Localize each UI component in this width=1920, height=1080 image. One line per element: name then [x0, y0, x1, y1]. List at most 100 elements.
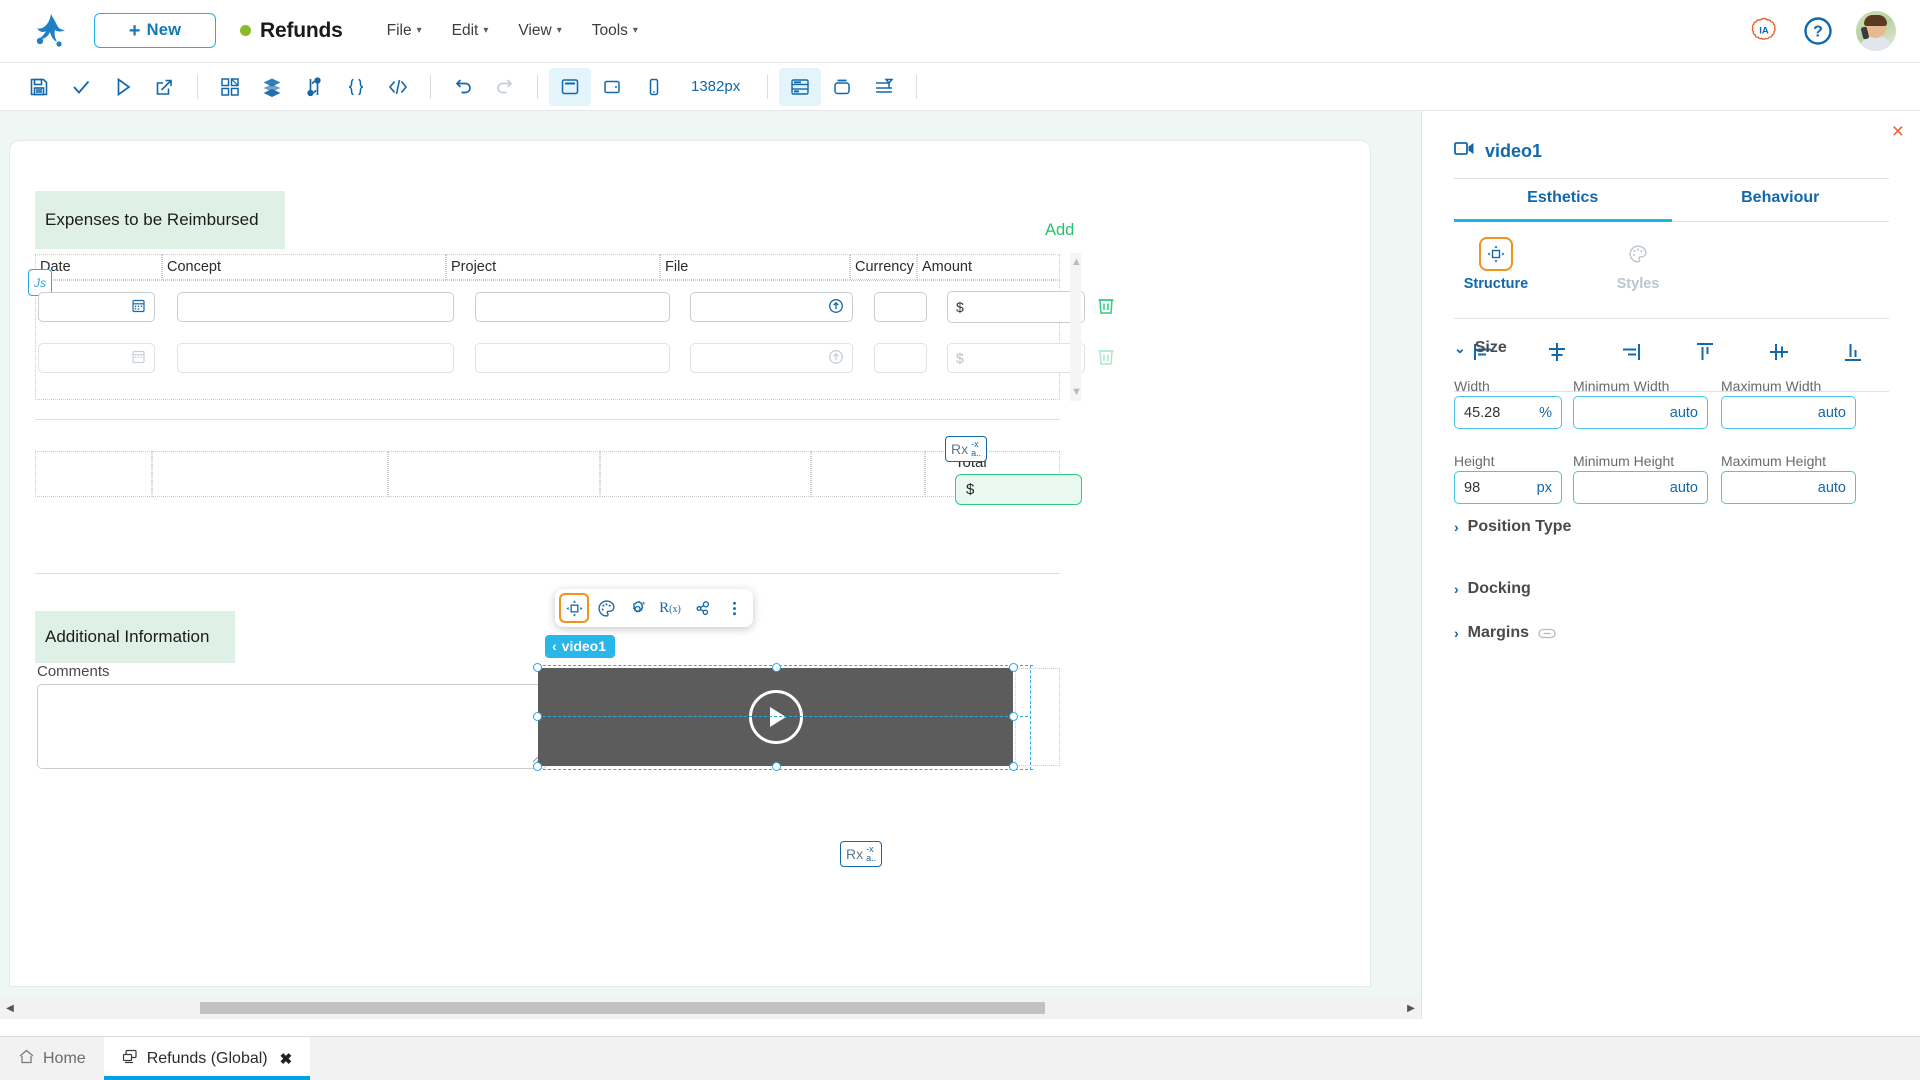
link-icon[interactable]: [1538, 628, 1556, 639]
ai-assistant-icon[interactable]: IA: [1748, 15, 1780, 47]
design-canvas[interactable]: Expenses to be Reimbursed Add Date Conce…: [0, 111, 1421, 1019]
min-height-input[interactable]: auto: [1573, 471, 1708, 504]
help-icon[interactable]: ?: [1802, 15, 1834, 47]
close-icon[interactable]: ×: [1892, 121, 1904, 142]
rx-badge[interactable]: Rx -x a..: [945, 436, 987, 462]
align-center-vertical-icon[interactable]: [1766, 339, 1792, 365]
scroll-left-arrow-icon[interactable]: ◀: [0, 1003, 20, 1014]
row1-file-input[interactable]: [690, 292, 853, 322]
check-icon[interactable]: [60, 68, 102, 106]
container-view-icon[interactable]: [821, 68, 863, 106]
total-value-box[interactable]: $: [955, 474, 1082, 505]
subtab-styles[interactable]: Styles: [1596, 237, 1680, 292]
rx-function-icon[interactable]: R(x): [655, 593, 685, 623]
row2-currency-input[interactable]: [874, 343, 927, 373]
row1-delete-icon[interactable]: [1097, 295, 1115, 320]
grid-view-icon[interactable]: [779, 68, 821, 106]
connections-icon[interactable]: [293, 68, 335, 106]
align-top-icon[interactable]: [1692, 339, 1718, 365]
section-docking-header[interactable]: › Docking: [1454, 580, 1531, 598]
app-logo[interactable]: [30, 10, 72, 52]
height-input[interactable]: 98 px: [1454, 471, 1562, 504]
comments-textarea[interactable]: [37, 684, 547, 769]
menu-tools[interactable]: Tools ▾: [592, 22, 638, 40]
selection-handle[interactable]: [772, 663, 781, 672]
redo-icon[interactable]: [484, 68, 526, 106]
upload-icon[interactable]: [828, 349, 844, 368]
tab-esthetics[interactable]: Esthetics: [1454, 189, 1672, 222]
min-width-input[interactable]: auto: [1573, 396, 1708, 429]
selection-handle[interactable]: [533, 663, 542, 672]
more-options-icon[interactable]: [719, 593, 749, 623]
section-margins-header[interactable]: › Margins: [1454, 624, 1556, 642]
row1-date-input[interactable]: [38, 292, 155, 322]
selection-handle[interactable]: [772, 762, 781, 771]
row1-currency-input[interactable]: [874, 292, 927, 322]
row2-amount-input[interactable]: $: [947, 343, 1085, 373]
desktop-view-icon[interactable]: [549, 68, 591, 106]
selection-handle[interactable]: [533, 762, 542, 771]
subtab-structure[interactable]: Structure: [1454, 237, 1538, 292]
components-icon[interactable]: [209, 68, 251, 106]
upload-icon[interactable]: [828, 298, 844, 317]
max-width-input[interactable]: auto: [1721, 396, 1856, 429]
chevron-right-icon: ›: [1454, 519, 1459, 535]
element-float-toolbar[interactable]: R(x): [555, 589, 753, 627]
row2-project-input[interactable]: [475, 343, 670, 373]
row2-file-input[interactable]: [690, 343, 853, 373]
selection-handle[interactable]: [533, 712, 542, 721]
max-height-input[interactable]: auto: [1721, 471, 1856, 504]
expenses-add-link[interactable]: Add: [1045, 221, 1074, 240]
video-element[interactable]: [538, 668, 1013, 766]
scroll-right-arrow-icon[interactable]: ▶: [1401, 1003, 1421, 1014]
scrollbar-thumb[interactable]: [200, 1002, 1045, 1014]
selection-handle[interactable]: [1009, 663, 1018, 672]
palette-icon[interactable]: [591, 593, 621, 623]
save-icon[interactable]: [18, 68, 60, 106]
selection-handle[interactable]: [1009, 712, 1018, 721]
bottom-tab-refunds[interactable]: Refunds (Global) ✖: [104, 1037, 311, 1080]
tablet-view-icon[interactable]: [591, 68, 633, 106]
layers-icon[interactable]: [251, 68, 293, 106]
row1-amount-input[interactable]: $: [947, 291, 1085, 323]
tab-behaviour[interactable]: Behaviour: [1672, 189, 1890, 222]
section-size-header[interactable]: ⌄ Size: [1454, 339, 1507, 357]
play-icon[interactable]: [102, 68, 144, 106]
braces-icon[interactable]: [335, 68, 377, 106]
connections-icon[interactable]: [687, 593, 717, 623]
undo-icon[interactable]: [442, 68, 484, 106]
table-vertical-scrollbar[interactable]: ▲ ▼: [1070, 253, 1081, 401]
selected-element-tag[interactable]: ‹ video1: [545, 635, 615, 658]
canvas-horizontal-scrollbar[interactable]: ◀ ▶: [0, 997, 1421, 1019]
user-avatar[interactable]: [1856, 11, 1896, 51]
scrollbar-track[interactable]: [20, 1002, 1401, 1014]
menu-edit[interactable]: Edit ▾: [452, 22, 489, 40]
align-tool-icon[interactable]: [863, 68, 905, 106]
height-unit[interactable]: px: [1537, 480, 1552, 496]
bottom-tab-home[interactable]: Home: [0, 1037, 104, 1080]
new-button[interactable]: + New: [94, 13, 216, 48]
play-icon[interactable]: [749, 690, 803, 744]
rx-badge-bottom[interactable]: Rx -x a..: [840, 841, 882, 867]
home-icon: [18, 1048, 35, 1070]
row1-project-input[interactable]: [475, 292, 670, 322]
section-position-type-header[interactable]: › Position Type: [1454, 518, 1571, 536]
close-icon[interactable]: ✖: [280, 1050, 293, 1068]
code-icon[interactable]: [377, 68, 419, 106]
settings-icon[interactable]: [623, 593, 653, 623]
row1-concept-input[interactable]: [177, 292, 454, 322]
align-center-horizontal-icon[interactable]: [1544, 339, 1570, 365]
row2-delete-icon[interactable]: [1097, 346, 1115, 371]
row2-date-input[interactable]: [38, 343, 155, 373]
deploy-icon[interactable]: [144, 68, 186, 106]
row2-concept-input[interactable]: [177, 343, 454, 373]
menu-file[interactable]: File ▾: [387, 22, 422, 40]
align-right-icon[interactable]: [1618, 339, 1644, 365]
width-unit[interactable]: %: [1539, 405, 1552, 421]
selection-handle[interactable]: [1009, 762, 1018, 771]
structure-icon[interactable]: [559, 593, 589, 623]
menu-view[interactable]: View ▾: [518, 22, 561, 40]
align-bottom-icon[interactable]: [1840, 339, 1866, 365]
width-input[interactable]: 45.28 %: [1454, 396, 1562, 429]
mobile-view-icon[interactable]: [633, 68, 675, 106]
